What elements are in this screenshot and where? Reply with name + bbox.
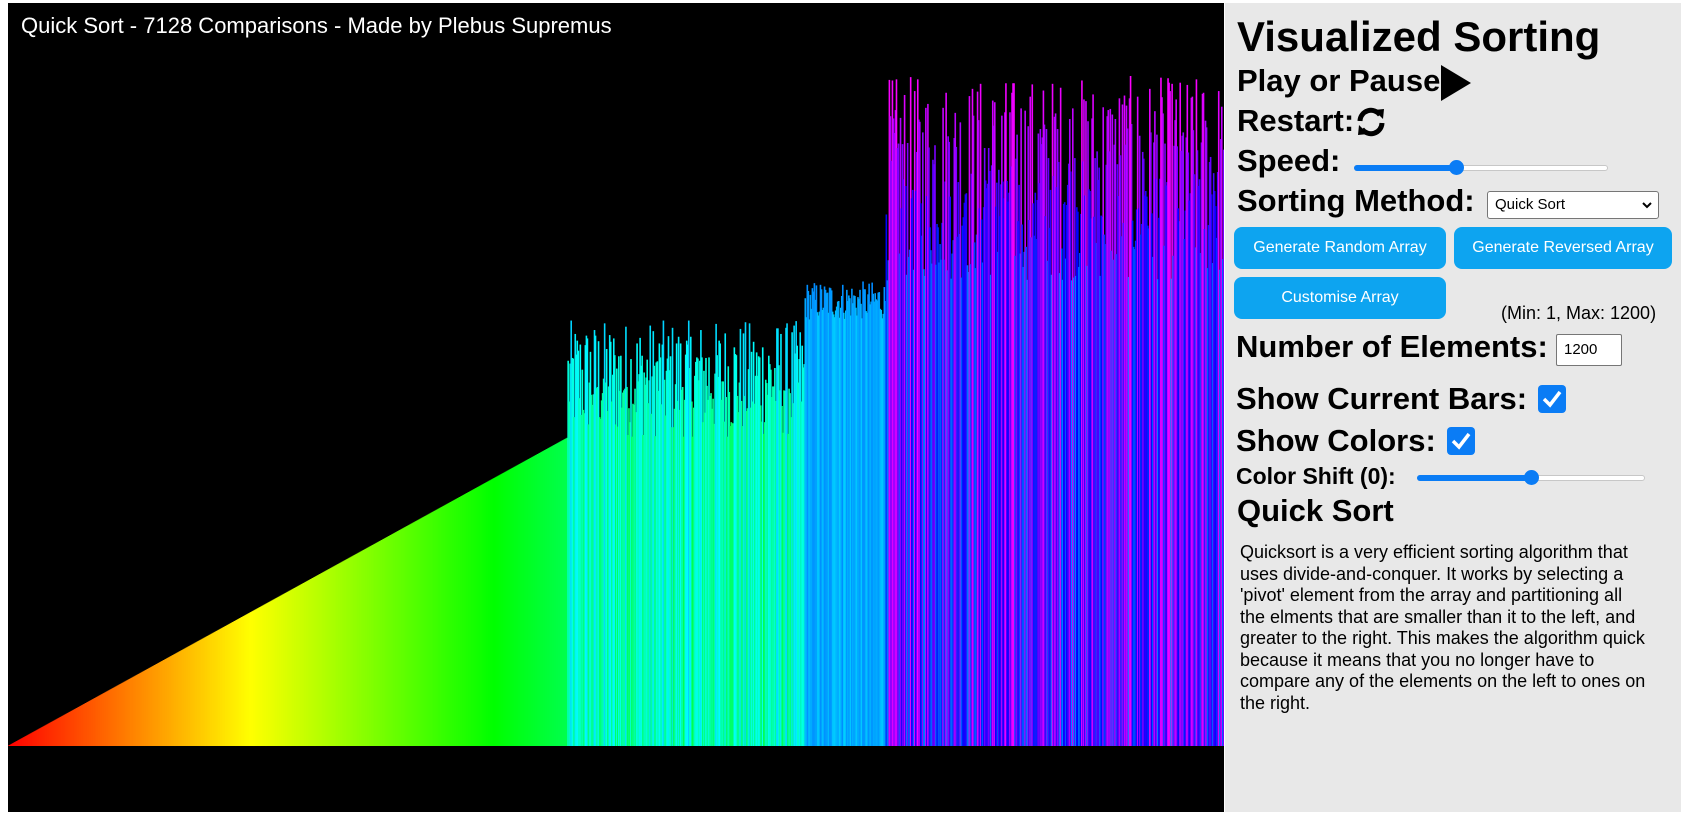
show-colors-checkbox[interactable] (1447, 427, 1475, 455)
app-root: Quick Sort - 7128 Comparisons - Made by … (0, 0, 1686, 816)
speed-slider[interactable] (1354, 157, 1608, 177)
sorting-method-selected: Quick Sort (1495, 196, 1566, 213)
show-colors-label: Show Colors: (1236, 423, 1436, 458)
chevron-down-icon (1642, 202, 1652, 209)
restart-label: Restart: (1237, 103, 1355, 138)
play-icon (1441, 65, 1471, 101)
visualizer-title: Quick Sort - 7128 Comparisons - Made by … (21, 13, 612, 38)
restart-button[interactable] (1354, 105, 1388, 139)
range-hint: (Min: 1, Max: 1200) (1501, 303, 1657, 323)
bars-canvas (8, 76, 1224, 747)
number-of-elements-label: Number of Elements: (1236, 329, 1548, 364)
speed-slider-thumb[interactable] (1448, 160, 1464, 175)
generate-reversed-array-button[interactable]: Generate Reversed Array (1454, 227, 1672, 269)
refresh-icon (1357, 107, 1385, 137)
color-shift-label: Color Shift (0): (1236, 463, 1396, 489)
play-button[interactable] (1441, 65, 1471, 101)
page-title: Visualized Sorting (1237, 13, 1601, 60)
generate-random-array-button[interactable]: Generate Random Array (1234, 227, 1446, 269)
algorithm-description: Quicksort is a very efficient sorting al… (1240, 542, 1646, 713)
color-shift-slider-fill (1417, 475, 1531, 481)
color-shift-slider[interactable] (1417, 467, 1645, 487)
customise-array-button[interactable]: Customise Array (1234, 277, 1446, 319)
color-shift-slider-thumb[interactable] (1524, 470, 1539, 485)
sort-bar (1222, 149, 1224, 746)
speed-label: Speed: (1237, 143, 1341, 178)
sorting-method-label: Sorting Method: (1237, 183, 1475, 218)
algorithm-title: Quick Sort (1237, 493, 1394, 528)
sort-visualizer: Quick Sort - 7128 Comparisons - Made by … (8, 3, 1224, 812)
sorting-method-select[interactable]: Quick Sort (1487, 191, 1659, 219)
show-current-bars-label: Show Current Bars: (1236, 381, 1528, 416)
checkmark-icon (1451, 432, 1471, 450)
number-of-elements-input[interactable]: 1200 (1556, 334, 1622, 366)
show-current-bars-checkbox[interactable] (1538, 385, 1566, 413)
checkmark-icon (1542, 390, 1562, 408)
speed-slider-fill (1354, 165, 1456, 171)
control-panel: Visualized Sorting Play or Pause: Restar… (1225, 3, 1681, 812)
play-pause-label: Play or Pause: (1237, 63, 1451, 98)
